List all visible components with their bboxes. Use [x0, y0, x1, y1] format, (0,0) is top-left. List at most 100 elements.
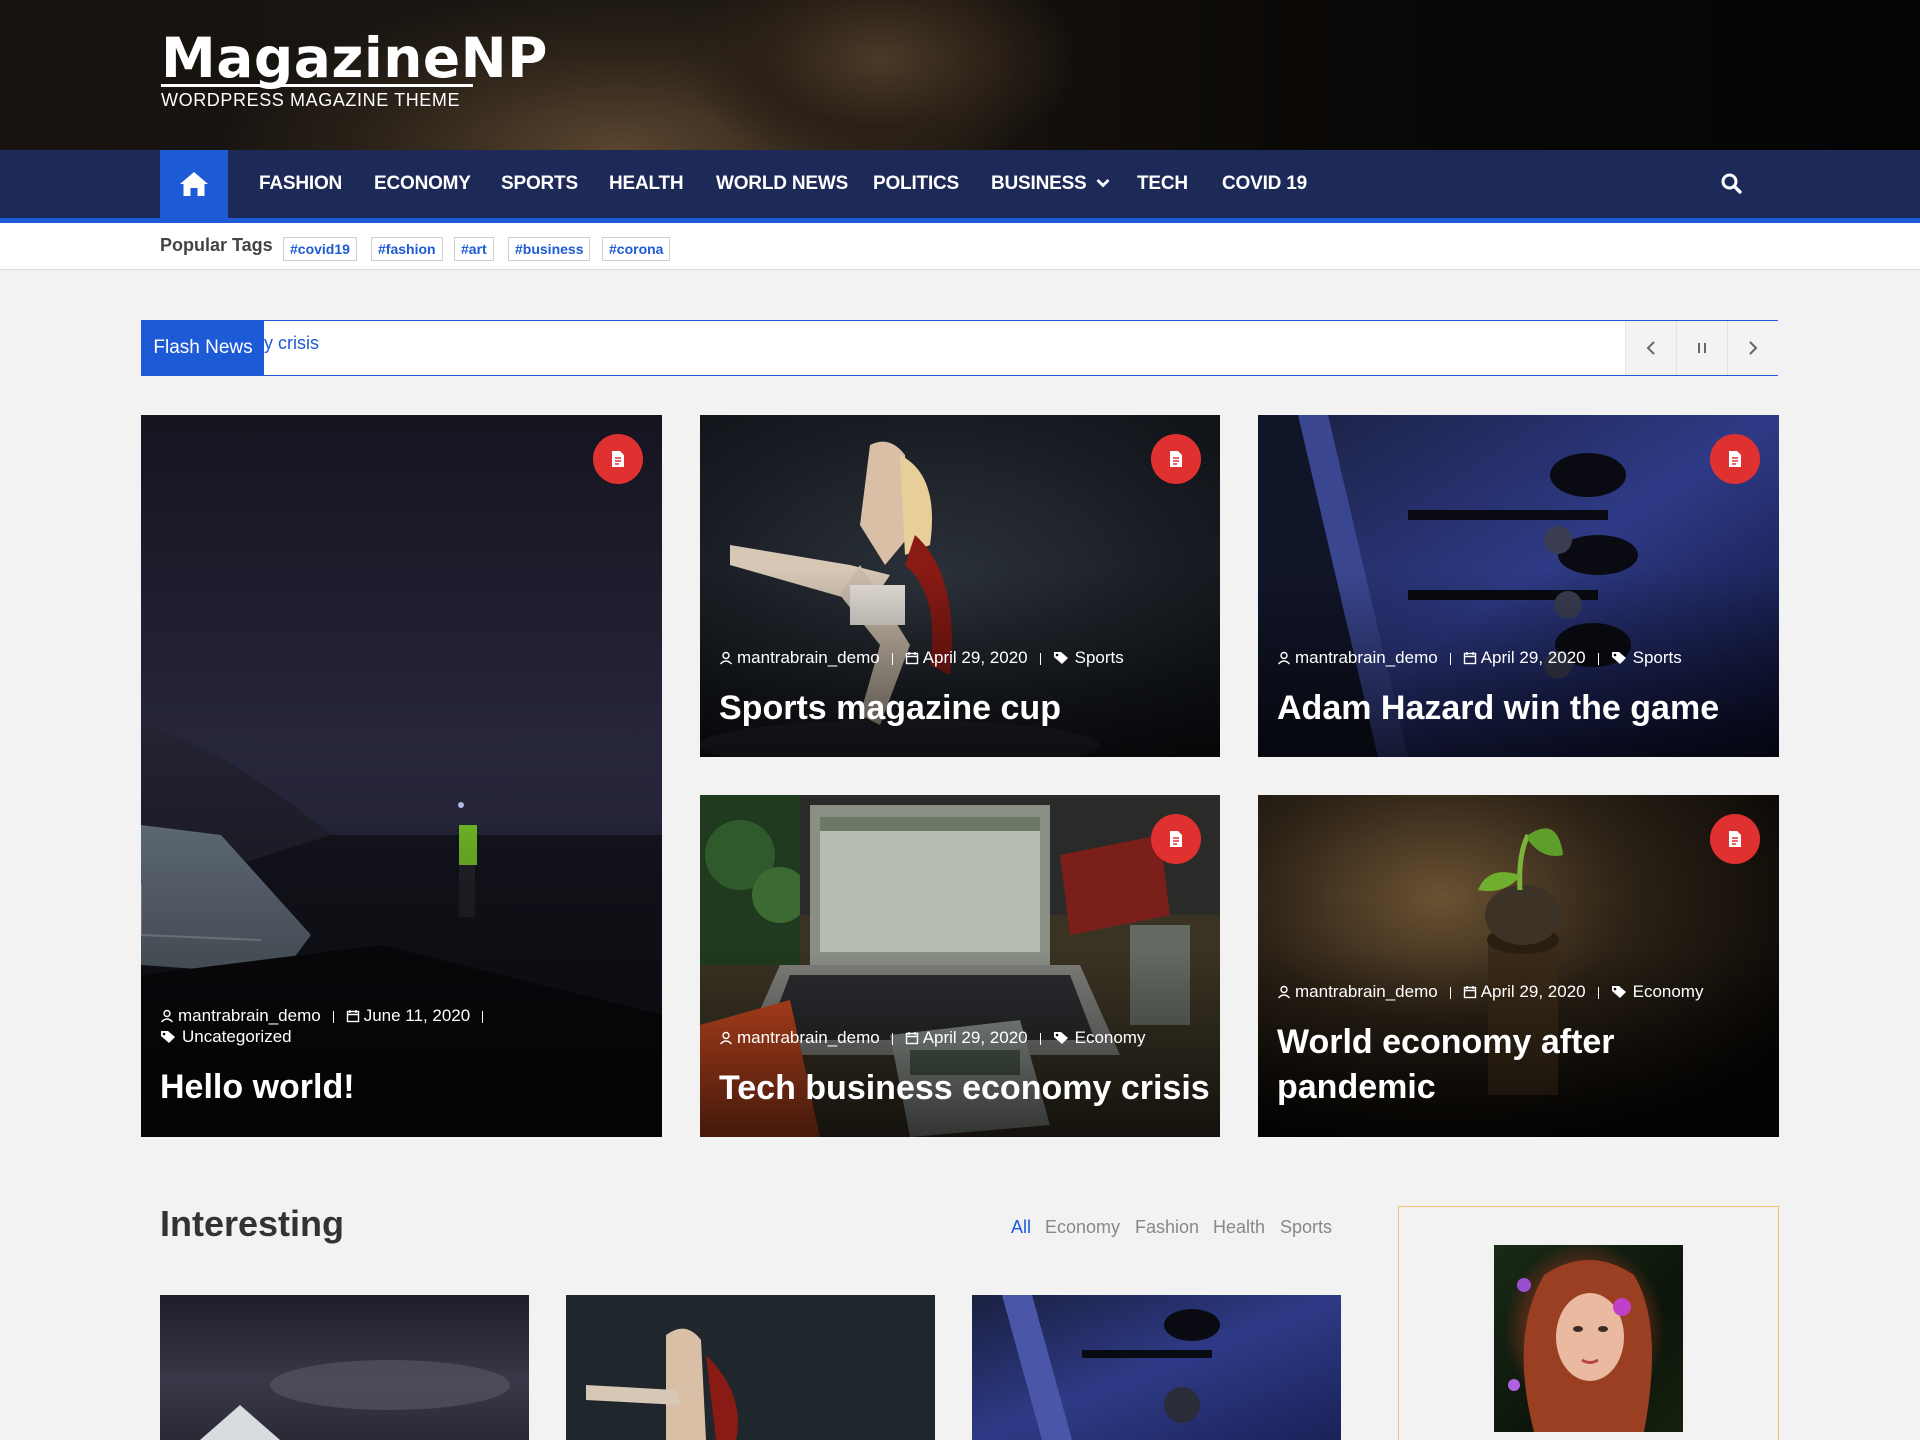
flash-news-text[interactable]: y crisis — [264, 333, 319, 354]
nav-item-economy[interactable]: ECONOMY — [374, 150, 471, 218]
card-date[interactable]: April 29, 2020 — [923, 1028, 1028, 1047]
filter-tab-all[interactable]: All — [1011, 1217, 1031, 1238]
card-date[interactable]: June 11, 2020 — [364, 1006, 471, 1025]
card-meta: mantrabrain_demo April 29, 2020 Sports — [719, 647, 1124, 668]
card-meta: mantrabrain_demo April 29, 2020 Sports — [1277, 647, 1682, 668]
search-button[interactable] — [1718, 170, 1746, 198]
thumbnail-image — [160, 1295, 529, 1440]
card-author[interactable]: mantrabrain_demo — [1295, 648, 1438, 667]
nav-item-fashion[interactable]: FASHION — [259, 150, 342, 218]
post-format-badge[interactable] — [593, 434, 643, 484]
tag-link[interactable]: #fashion — [371, 237, 443, 261]
user-icon — [160, 1009, 174, 1023]
filter-tab-sports[interactable]: Sports — [1280, 1217, 1332, 1238]
calendar-icon — [1463, 986, 1476, 999]
tag-link[interactable]: #business — [508, 237, 591, 261]
ticker-next-button[interactable] — [1727, 321, 1778, 375]
card-title-line: World economy after — [1277, 1023, 1615, 1061]
chevron-down-icon — [1096, 179, 1110, 188]
card-date[interactable]: April 29, 2020 — [923, 648, 1028, 667]
calendar-icon — [905, 652, 918, 665]
meta-divider — [1449, 986, 1451, 999]
tag-link[interactable]: #covid19 — [283, 237, 357, 261]
post-format-badge[interactable] — [1710, 434, 1760, 484]
ticker-prev-button[interactable] — [1625, 321, 1676, 375]
post-thumbnail[interactable] — [566, 1295, 935, 1440]
post-thumbnail[interactable] — [160, 1295, 529, 1440]
user-icon — [1277, 985, 1291, 999]
meta-divider — [1449, 652, 1451, 665]
document-icon — [612, 451, 624, 467]
avatar[interactable] — [1494, 1245, 1683, 1432]
post-format-badge[interactable] — [1710, 814, 1760, 864]
card-author[interactable]: mantrabrain_demo — [737, 1028, 880, 1047]
featured-card-sports-magazine-cup[interactable]: mantrabrain_demo April 29, 2020 Sports Spo… — [700, 415, 1220, 757]
card-date[interactable]: April 29, 2020 — [1481, 982, 1586, 1001]
card-category[interactable]: Economy — [1633, 982, 1704, 1001]
thumbnail-image — [972, 1295, 1341, 1440]
nav-item-sports[interactable]: SPORTS — [501, 150, 578, 218]
sidebar-profile-widget — [1398, 1206, 1779, 1440]
tags-icon — [1611, 986, 1626, 998]
document-icon — [1729, 451, 1741, 467]
meta-divider — [891, 652, 893, 665]
card-category[interactable]: Sports — [1633, 648, 1682, 667]
card-category[interactable]: Economy — [1075, 1028, 1146, 1047]
card-meta: mantrabrain_demo April 29, 2020 Economy — [719, 1027, 1145, 1048]
tag-link[interactable]: #art — [454, 237, 494, 261]
card-title[interactable]: Adam Hazard win the game — [1277, 686, 1719, 731]
meta-divider — [482, 1010, 484, 1023]
flash-news-ticker: y crisis Flash News — [141, 320, 1778, 376]
nav-home-button[interactable] — [160, 150, 228, 218]
ticker-pause-button[interactable] — [1676, 321, 1727, 375]
filter-tab-economy[interactable]: Economy — [1045, 1217, 1120, 1238]
user-icon — [719, 1031, 733, 1045]
tags-icon — [161, 1031, 175, 1043]
calendar-icon — [1463, 652, 1476, 665]
meta-divider — [1597, 986, 1599, 999]
filter-tab-health[interactable]: Health — [1213, 1217, 1265, 1238]
card-title[interactable]: World economy after pandemic — [1277, 1020, 1615, 1110]
logo-underline — [161, 84, 473, 87]
tags-icon — [1611, 652, 1626, 664]
card-author[interactable]: mantrabrain_demo — [737, 648, 880, 667]
meta-divider — [332, 1010, 334, 1023]
nav-item-business[interactable]: BUSINESS — [991, 150, 1110, 218]
featured-card-tech-business[interactable]: mantrabrain_demo April 29, 2020 Economy Te… — [700, 795, 1220, 1137]
card-author[interactable]: mantrabrain_demo — [1295, 982, 1438, 1001]
post-format-badge[interactable] — [1151, 434, 1201, 484]
document-icon — [1729, 831, 1741, 847]
filter-tab-fashion[interactable]: Fashion — [1135, 1217, 1199, 1238]
card-author[interactable]: mantrabrain_demo — [178, 1006, 321, 1025]
card-category[interactable]: Sports — [1075, 648, 1124, 667]
meta-divider — [1039, 652, 1041, 665]
nav-item-world-news[interactable]: WORLD NEWS — [716, 150, 848, 218]
nav-item-health[interactable]: HEALTH — [609, 150, 684, 218]
post-thumbnail[interactable] — [972, 1295, 1341, 1440]
nav-item-politics[interactable]: POLITICS — [873, 150, 959, 218]
card-category[interactable]: Uncategorized — [182, 1027, 292, 1046]
site-logo[interactable]: MagazineNP — [161, 26, 548, 90]
card-date[interactable]: April 29, 2020 — [1481, 648, 1586, 667]
card-title-line: pandemic — [1277, 1068, 1436, 1106]
card-title[interactable]: Sports magazine cup — [719, 686, 1061, 731]
post-format-badge[interactable] — [1151, 814, 1201, 864]
thumbnail-image — [566, 1295, 935, 1440]
home-icon — [180, 172, 208, 196]
site-tagline: WORDPRESS MAGAZINE THEME — [161, 90, 461, 110]
featured-card-world-economy[interactable]: mantrabrain_demo April 29, 2020 Economy Wo… — [1258, 795, 1779, 1137]
search-icon — [1721, 173, 1742, 194]
featured-card-adam-hazard[interactable]: mantrabrain_demo April 29, 2020 Sports Ada… — [1258, 415, 1779, 757]
nav-item-covid19[interactable]: COVID 19 — [1222, 150, 1307, 218]
tag-link[interactable]: #corona — [602, 237, 671, 261]
card-title[interactable]: Tech business economy crisis — [719, 1066, 1210, 1111]
meta-divider — [1039, 1032, 1041, 1045]
calendar-icon — [346, 1010, 359, 1023]
card-title[interactable]: Hello world! — [160, 1065, 355, 1110]
main-navigation: FASHION ECONOMY SPORTS HEALTH WORLD NEWS… — [0, 150, 1920, 223]
pause-icon — [1698, 343, 1706, 353]
flash-news-label: Flash News — [142, 321, 264, 375]
featured-card-hello-world[interactable]: mantrabrain_demo June 11, 2020 Uncategori… — [141, 415, 662, 1137]
avatar-image — [1508, 1260, 1652, 1432]
nav-item-tech[interactable]: TECH — [1137, 150, 1188, 218]
